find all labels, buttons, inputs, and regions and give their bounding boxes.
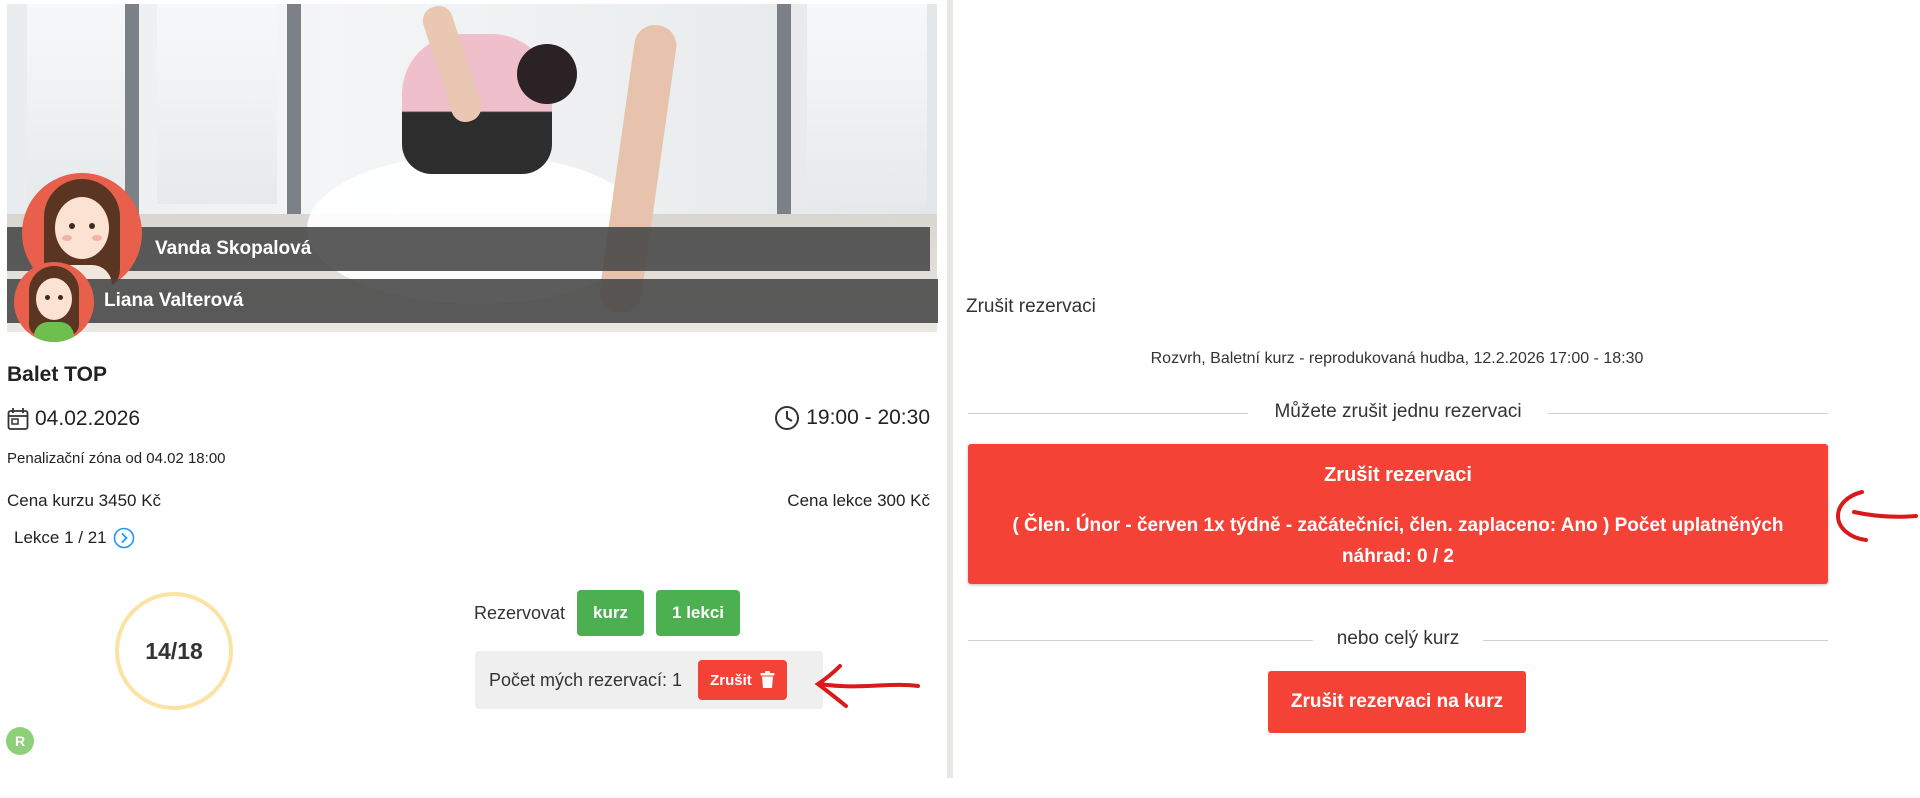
- cancel-course-reservation-button[interactable]: Zrušit rezervaci na kurz: [1268, 671, 1526, 733]
- lesson-counter: Lekce 1 / 21: [14, 527, 135, 549]
- course-cancel-separator: nebo celý kurz: [1313, 628, 1483, 650]
- photo-window-frame: [287, 4, 301, 219]
- course-time-text: 19:00 - 20:30: [806, 406, 930, 429]
- instructor-name: Vanda Skopalová: [155, 238, 312, 259]
- instructor-bar-1: Vanda Skopalová: [7, 227, 930, 271]
- clock-icon: [775, 406, 800, 430]
- calendar-icon: [7, 408, 29, 430]
- avatar-shirt: [34, 322, 74, 342]
- trash-icon: [760, 671, 775, 688]
- avatar-eye: [69, 223, 75, 229]
- lesson-counter-text: Lekce 1 / 21: [14, 528, 107, 547]
- cancel-event-description: Rozvrh, Baletní kurz - reprodukovaná hud…: [1150, 350, 1644, 367]
- avatar-face: [36, 278, 72, 320]
- cancel-single-title: Zrušit rezervaci: [1324, 464, 1472, 486]
- my-reservations-box: Počet mých rezervací: 1 Zrušit: [475, 651, 823, 709]
- course-title: Balet TOP: [7, 363, 107, 386]
- course-date: 04.02.2026: [7, 407, 140, 431]
- status-badge-letter: R: [14, 733, 26, 749]
- capacity-indicator: 14/18: [115, 592, 233, 710]
- reserve-row: Rezervovat kurz 1 lekci: [474, 590, 741, 636]
- cancel-single-detail: ( Člen. Únor - červen 1x týdně - začáteč…: [1012, 515, 1784, 567]
- avatar-eye: [45, 295, 50, 300]
- capacity-text: 14/18: [145, 637, 203, 664]
- photo-dancer-head: [517, 44, 577, 104]
- avatar-cheek: [62, 235, 72, 241]
- annotation-arrow: [1835, 490, 1918, 542]
- course-price: Cena kurzu 3450 Kč: [7, 491, 162, 510]
- reserve-lesson-button[interactable]: 1 lekci: [656, 590, 741, 636]
- avatar-cheek: [92, 235, 102, 241]
- photo-window-frame: [777, 4, 791, 219]
- panel-divider: [947, 0, 953, 778]
- course-date-text: 04.02.2026: [35, 407, 141, 430]
- photo-window-frame: [125, 4, 139, 219]
- instructor-name: Liana Valterová: [104, 290, 244, 311]
- lesson-price: Cena lekce 300 Kč: [787, 491, 930, 510]
- my-reservations-count: Počet mých rezervací: 1: [489, 669, 683, 690]
- cancel-reservation-label: Zrušit: [710, 671, 752, 689]
- annotation-arrow: [814, 664, 920, 708]
- reserve-course-button[interactable]: kurz: [577, 590, 645, 636]
- penalty-zone-text: Penalizační zóna od 04.02 18:00: [7, 450, 226, 467]
- avatar-eye: [58, 295, 63, 300]
- cancel-reservation-button[interactable]: Zrušit: [698, 660, 787, 700]
- photo-window-pane: [807, 4, 927, 204]
- single-cancel-separator: Můžete zrušit jednu rezervaci: [1248, 401, 1548, 423]
- avatar-eye: [89, 223, 95, 229]
- chevron-right-circle-icon[interactable]: [113, 527, 135, 549]
- photo-window-pane: [157, 4, 277, 204]
- status-badge: R: [6, 727, 34, 755]
- cancel-dialog-heading: Zrušit rezervaci: [966, 296, 1096, 317]
- avatar-face: [55, 197, 109, 259]
- course-time: 19:00 - 20:30: [774, 405, 930, 431]
- instructor-bar-2: Liana Valterová: [7, 279, 938, 323]
- reserve-label: Rezervovat: [474, 602, 566, 623]
- instructor-avatar[interactable]: [14, 262, 94, 342]
- cancel-single-reservation-button[interactable]: Zrušit rezervaci ( Člen. Únor - červen 1…: [968, 444, 1828, 584]
